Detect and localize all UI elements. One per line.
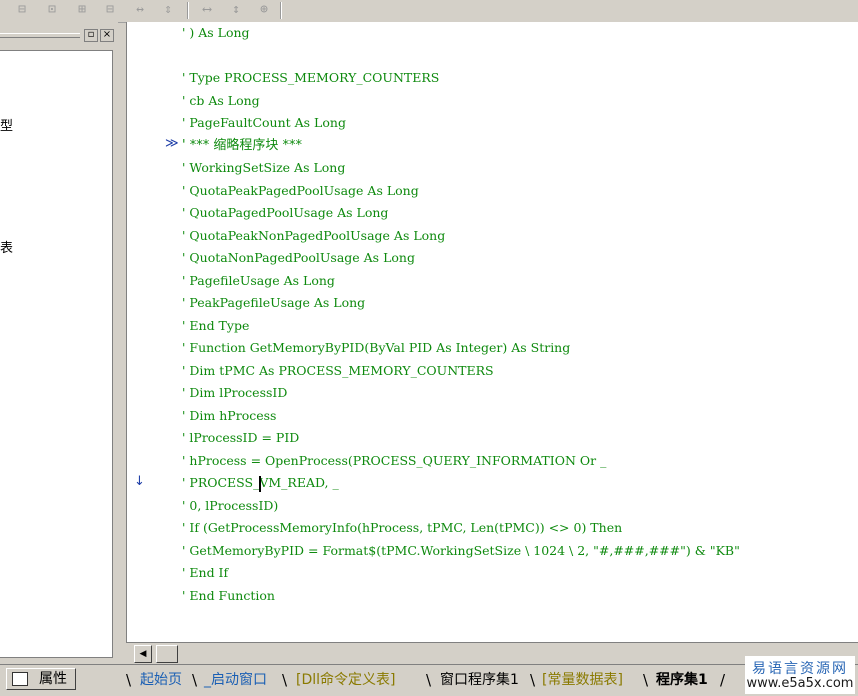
tab-window-assembly[interactable]: 窗口程序集1 — [440, 669, 519, 691]
watermark-title: 易语言资源网 — [752, 661, 848, 677]
tree-item-fragment[interactable]: 表 — [0, 237, 13, 256]
code-line[interactable]: ' QuotaPeakNonPagedPoolUsage As Long — [182, 225, 445, 247]
code-line[interactable]: ' QuotaPeakPagedPoolUsage As Long — [182, 180, 419, 202]
fold-marker-icon[interactable]: ≫ — [165, 136, 179, 151]
code-line[interactable]: ' Dim tPMC As PROCESS_MEMORY_COUNTERS — [182, 360, 494, 382]
code-line[interactable]: ' cb As Long — [182, 90, 260, 112]
tab-divider: \ — [643, 671, 649, 689]
code-line[interactable]: ' lProcessID = PID — [182, 427, 299, 449]
code-line[interactable]: ' End Type — [182, 315, 249, 337]
code-line[interactable]: ' End If — [182, 562, 228, 584]
tab-divider: / — [720, 671, 726, 689]
scroll-left-icon[interactable]: ◀ — [134, 645, 152, 663]
tab-constants[interactable]: [常量数据表] — [542, 669, 623, 691]
code-line[interactable]: ' PagefileUsage As Long — [182, 270, 335, 292]
tab-assembly1[interactable]: 程序集1 — [656, 669, 708, 691]
bottom-tab-bar: 属性 \ 起始页 \ _启动窗口 \ [Dll命令定义表] \ 窗口程序集1 \… — [0, 664, 858, 696]
tab-divider: \ — [530, 671, 536, 689]
code-line[interactable]: ' Dim lProcessID — [182, 382, 287, 404]
properties-icon — [12, 672, 28, 686]
close-icon[interactable]: × — [100, 29, 114, 42]
code-line[interactable]: ' PeakPagefileUsage As Long — [182, 292, 365, 314]
code-line[interactable]: ' 0, lProcessID) — [182, 495, 278, 517]
code-line[interactable]: ' Dim hProcess — [182, 405, 276, 427]
tab-start-page[interactable]: 起始页 — [140, 669, 182, 691]
layout-toolbar: ⊟ ⊡ ⊞ ⊟ ↔ ⇕ ⟷ ↕ ⊕ — [0, 0, 858, 23]
code-line[interactable]: ' WorkingSetSize As Long — [182, 157, 345, 179]
watermark-url: www.e5a5x.com — [746, 676, 854, 691]
distribute-v-icon[interactable]: ⇕ — [158, 1, 178, 19]
current-line-arrow-icon: ↓ — [134, 474, 145, 489]
tab-divider: \ — [192, 671, 198, 689]
tab-divider: \ — [282, 671, 288, 689]
same-size-icon[interactable]: ⊕ — [254, 1, 274, 19]
toolbar-separator — [187, 2, 189, 19]
code-line[interactable]: ' hProcess = OpenProcess(PROCESS_QUERY_I… — [182, 450, 606, 472]
code-line[interactable]: ' *** 缩略程序块 *** — [182, 135, 302, 157]
site-watermark: 易语言资源网 www.e5a5x.com — [745, 656, 855, 694]
code-editor[interactable]: ≫ ↓ ' ) As Long ' Type PROCESS_MEMORY_COU… — [126, 22, 858, 642]
panel-grip[interactable] — [0, 33, 80, 38]
panel-titlebar: ▫ × — [0, 25, 118, 43]
tab-startup-window[interactable]: _启动窗口 — [204, 669, 267, 691]
properties-label: 属性 — [39, 671, 67, 687]
project-panel: ▫ × 型 表 — [0, 22, 118, 662]
code-line[interactable]: ' Function GetMemoryByPID(ByVal PID As I… — [182, 337, 570, 359]
align-middle-icon[interactable]: ⊟ — [100, 1, 120, 19]
align-center-icon[interactable]: ⊡ — [42, 1, 62, 19]
same-width-icon[interactable]: ⟷ — [197, 1, 217, 19]
same-height-icon[interactable]: ↕ — [226, 1, 246, 19]
code-line[interactable]: ' GetMemoryByPID = Format$(tPMC.WorkingS… — [182, 540, 740, 562]
toolbar-separator — [280, 2, 282, 19]
tab-dll-commands[interactable]: [Dll命令定义表] — [296, 669, 395, 691]
project-tree[interactable]: 型 表 — [0, 50, 113, 658]
code-line[interactable]: ' If (GetProcessMemoryInfo(hProcess, tPM… — [182, 517, 622, 539]
align-left-icon[interactable]: ⊟ — [12, 1, 32, 19]
maximize-icon[interactable]: ▫ — [84, 29, 98, 42]
distribute-h-icon[interactable]: ↔ — [130, 1, 150, 19]
code-line[interactable]: ' ) As Long — [182, 22, 250, 44]
scroll-thumb[interactable] — [156, 645, 178, 663]
code-line[interactable]: ' PageFaultCount As Long — [182, 112, 346, 134]
code-line[interactable]: ' End Function — [182, 585, 275, 607]
align-top-icon[interactable]: ⊞ — [72, 1, 92, 19]
code-line[interactable]: ' QuotaNonPagedPoolUsage As Long — [182, 247, 415, 269]
properties-button[interactable]: 属性 — [6, 668, 76, 690]
tree-item-fragment[interactable]: 型 — [0, 115, 13, 134]
text-cursor — [259, 476, 261, 492]
code-line[interactable]: ' Type PROCESS_MEMORY_COUNTERS — [182, 67, 439, 89]
code-line[interactable]: ' QuotaPagedPoolUsage As Long — [182, 202, 388, 224]
tab-divider: \ — [426, 671, 432, 689]
tab-divider: \ — [126, 671, 132, 689]
